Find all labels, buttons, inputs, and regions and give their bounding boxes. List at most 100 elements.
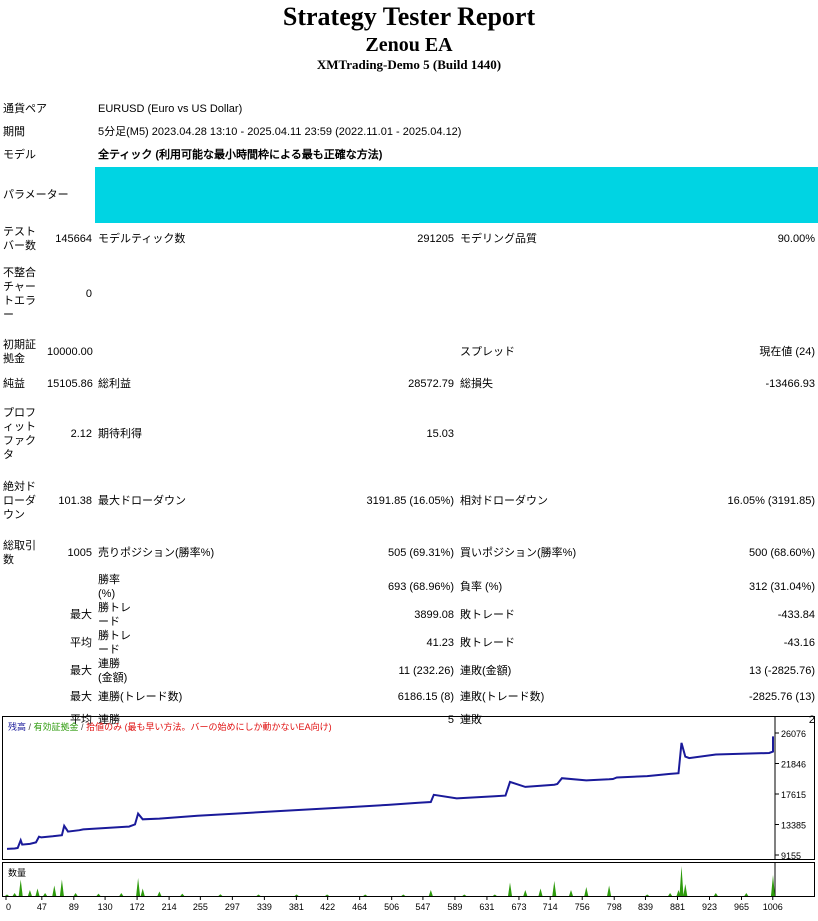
volume-bar bbox=[668, 893, 673, 896]
volume-bar bbox=[52, 885, 57, 896]
abs-dd-label: 絶対ド ローダ ウン bbox=[0, 469, 44, 533]
max-prefix: 最大 bbox=[70, 665, 92, 677]
volume-bar bbox=[492, 894, 497, 896]
max-cons-win-label: 連勝(金額) bbox=[98, 658, 128, 684]
volume-bar bbox=[683, 884, 688, 896]
row-net: 純益 15105.86 総利益 28572.79 総損失 -13466.93 bbox=[0, 370, 818, 398]
volume-bar bbox=[59, 879, 64, 896]
x-tick-label: 714 bbox=[543, 902, 558, 912]
x-tick-label: 1006 bbox=[763, 902, 783, 912]
bars-label: テスト バー数 bbox=[0, 223, 44, 254]
loss-rate-value: 312 (31.04%) bbox=[748, 581, 815, 593]
volume-bar bbox=[325, 894, 330, 896]
volume-chart-svg bbox=[5, 863, 776, 896]
avg-loss-label: 敗トレード bbox=[460, 637, 515, 649]
pf-label: プロフ ィット ファク タ bbox=[0, 398, 44, 469]
rel-dd-label: 相対ドローダウン bbox=[460, 495, 548, 507]
spread-value: 現在値 (24) bbox=[759, 346, 815, 358]
volume-bar bbox=[27, 890, 32, 896]
x-tick-label: 756 bbox=[575, 902, 590, 912]
volume-bar bbox=[256, 894, 261, 896]
volume-bar bbox=[5, 894, 9, 896]
x-tick-label: 464 bbox=[352, 902, 367, 912]
volume-bar bbox=[569, 890, 573, 896]
symbol-value: EURUSD (Euro vs US Dollar) bbox=[98, 102, 243, 115]
short-label: 売りポジション(勝率%) bbox=[98, 547, 215, 559]
x-tick-label: 0 bbox=[6, 902, 11, 912]
row-mismatch: 不整合 チャー トエラ ー 0 bbox=[0, 254, 818, 334]
max-prefix: 最大 bbox=[70, 609, 92, 621]
volume-bar bbox=[218, 894, 223, 896]
row-largest: 最大 勝トレード 3899.08 敗トレード -433.84 bbox=[0, 601, 818, 629]
x-tick-label: 881 bbox=[670, 902, 685, 912]
params-block bbox=[95, 167, 818, 223]
balance-chart: 残高 / 有効証拠金 / 拾値のみ (最も早い方法。バーの始めにしか動かないEA… bbox=[2, 716, 815, 860]
volume-bar bbox=[180, 893, 185, 896]
deposit-value: 10000.00 bbox=[47, 346, 93, 358]
x-axis: 0 47 89 130 172 214 255 297 339 381 422 464 506 547 58… bbox=[5, 897, 783, 912]
net-label: 純益 bbox=[3, 378, 25, 390]
volume-bar bbox=[645, 894, 650, 896]
spread-label: スプレッド bbox=[460, 346, 515, 358]
volume-bar bbox=[523, 890, 528, 896]
balance-chart-svg: 9155 13385 17615 21846 26076 bbox=[6, 717, 806, 859]
max-cons-profit-value: 6186.15 (8) bbox=[397, 690, 454, 703]
row-average: 平均 勝トレード 41.23 敗トレード -43.16 bbox=[0, 629, 818, 657]
empty-cell bbox=[95, 254, 818, 334]
max-cons-loss-value: 13 (-2825.76) bbox=[748, 665, 815, 677]
ea-name: Zenou EA bbox=[365, 34, 453, 56]
long-label: 買いポジション(勝率%) bbox=[460, 547, 577, 559]
empty-cell bbox=[0, 601, 44, 629]
empty-cell bbox=[95, 334, 457, 370]
volume-bar bbox=[136, 878, 141, 896]
report-table: 通貨ペア EURUSD (Euro vs US Dollar) 期間 5分足(M… bbox=[0, 97, 818, 731]
row-profit-factor: プロフ ィット ファク タ 2.12 期待利得 15.03 bbox=[0, 398, 818, 469]
row-max-cons-win: 最大 連勝(金額) 11 (232.26) 連敗(金額) 13 (-2825.7… bbox=[0, 657, 818, 685]
volume-bar bbox=[744, 893, 749, 896]
x-tick-label: 214 bbox=[162, 902, 177, 912]
net-value: 15105.86 bbox=[47, 378, 93, 390]
row-drawdown: 絶対ド ローダ ウン 101.38 最大ドローダウン 3191.85 (16.0… bbox=[0, 469, 818, 533]
quality-label: モデリング品質 bbox=[460, 232, 537, 245]
volume-chart: 数量 bbox=[2, 862, 815, 897]
max-cons-lossamt-value: -2825.76 (13) bbox=[748, 690, 815, 703]
volume-bar bbox=[18, 879, 23, 896]
x-tick-label: 839 bbox=[638, 902, 653, 912]
largest-loss-label: 敗トレード bbox=[460, 609, 515, 621]
volume-bar bbox=[713, 893, 718, 896]
volume-bar bbox=[508, 882, 512, 896]
abs-dd-value: 101.38 bbox=[58, 495, 92, 507]
volume-bar bbox=[119, 893, 124, 896]
balance-line bbox=[6, 736, 774, 850]
volume-bar bbox=[679, 866, 684, 896]
expected-label: 期待利得 bbox=[98, 427, 142, 440]
y-tick-label: 13385 bbox=[781, 821, 806, 831]
mismatch-label-text: 不整合 チャー トエラ ー bbox=[3, 267, 36, 321]
x-tick-label: 798 bbox=[607, 902, 622, 912]
avg-loss-value: -43.16 bbox=[783, 637, 815, 649]
expected-value: 15.03 bbox=[426, 427, 454, 440]
deposit-label-text: 初期証 拠金 bbox=[3, 339, 36, 365]
x-tick-label: 631 bbox=[479, 902, 494, 912]
pf-value: 2.12 bbox=[70, 427, 92, 440]
volume-bar bbox=[363, 894, 368, 896]
period-label: 期間 bbox=[3, 125, 25, 138]
volume-bar bbox=[607, 885, 612, 896]
max-dd-label: 最大ドローダウン bbox=[98, 495, 186, 507]
x-tick-label: 381 bbox=[289, 902, 304, 912]
x-tick-label: 339 bbox=[257, 902, 272, 912]
volume-bar bbox=[294, 894, 299, 896]
avg-win-value: 41.23 bbox=[426, 637, 454, 649]
params-label: パラメーター bbox=[3, 189, 69, 201]
bars-label-text: テスト バー数 bbox=[3, 225, 36, 252]
long-value: 500 (68.60%) bbox=[748, 547, 815, 559]
row-max-cons-profit: 最大 連勝(トレード数) 6186.15 (8) 連敗(トレード数) -2825… bbox=[0, 685, 818, 708]
empty-cell bbox=[0, 573, 95, 601]
max-cons-profit-label: 連勝(トレード数) bbox=[98, 690, 183, 703]
gross-loss-label: 総損失 bbox=[460, 378, 493, 390]
empty-cell bbox=[457, 398, 818, 469]
avg-win-label: 勝トレード bbox=[98, 630, 131, 656]
model-value: 全ティック (利用可能な最小時間枠による最も正確な方法) bbox=[98, 149, 383, 161]
x-tick-label: 673 bbox=[511, 902, 526, 912]
volume-bar bbox=[401, 894, 406, 896]
